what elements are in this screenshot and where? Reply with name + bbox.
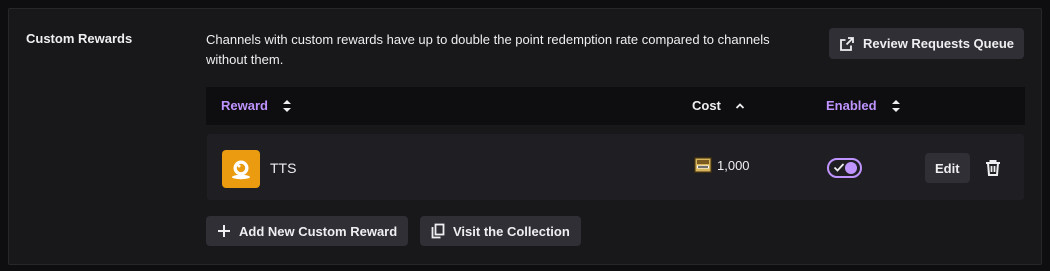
section-title: Custom Rewards <box>26 31 133 46</box>
column-header-enabled[interactable]: Enabled <box>826 98 901 113</box>
column-header-cost[interactable]: Cost <box>692 98 745 113</box>
trash-icon[interactable] <box>983 158 1003 178</box>
visit-the-collection-label: Visit the Collection <box>453 223 570 239</box>
edit-button[interactable]: Edit <box>925 153 970 183</box>
custom-rewards-panel: Custom Rewards Channels with custom rewa… <box>8 8 1042 265</box>
section-description: Channels with custom rewards have up to … <box>206 32 770 67</box>
sort-icon <box>282 99 291 112</box>
channel-points-icon <box>694 157 712 173</box>
edit-label: Edit <box>935 160 960 176</box>
table-header: Reward Cost Enabled <box>206 87 1025 125</box>
visit-the-collection-button[interactable]: Visit the Collection <box>420 216 581 246</box>
add-new-custom-reward-label: Add New Custom Reward <box>239 223 398 239</box>
table-row: TTS 1,000 Edit <box>206 133 1025 201</box>
sort-up-icon <box>735 102 745 109</box>
reward-name: TTS <box>270 160 297 176</box>
copy-icon <box>431 223 445 239</box>
enabled-toggle[interactable] <box>827 158 862 178</box>
sort-icon <box>891 99 900 112</box>
reward-cost-value: 1,000 <box>717 157 750 173</box>
review-requests-queue-button[interactable]: Review Requests Queue <box>829 28 1024 59</box>
add-new-custom-reward-button[interactable]: Add New Custom Reward <box>206 216 409 246</box>
review-requests-queue-label: Review Requests Queue <box>863 36 1014 51</box>
plus-icon <box>218 225 230 237</box>
check-icon <box>833 163 845 172</box>
toggle-knob <box>845 162 857 174</box>
external-link-icon <box>840 36 854 51</box>
column-header-reward[interactable]: Reward <box>221 98 292 113</box>
reward-icon <box>222 150 260 188</box>
reward-cost: 1,000 <box>693 155 750 175</box>
